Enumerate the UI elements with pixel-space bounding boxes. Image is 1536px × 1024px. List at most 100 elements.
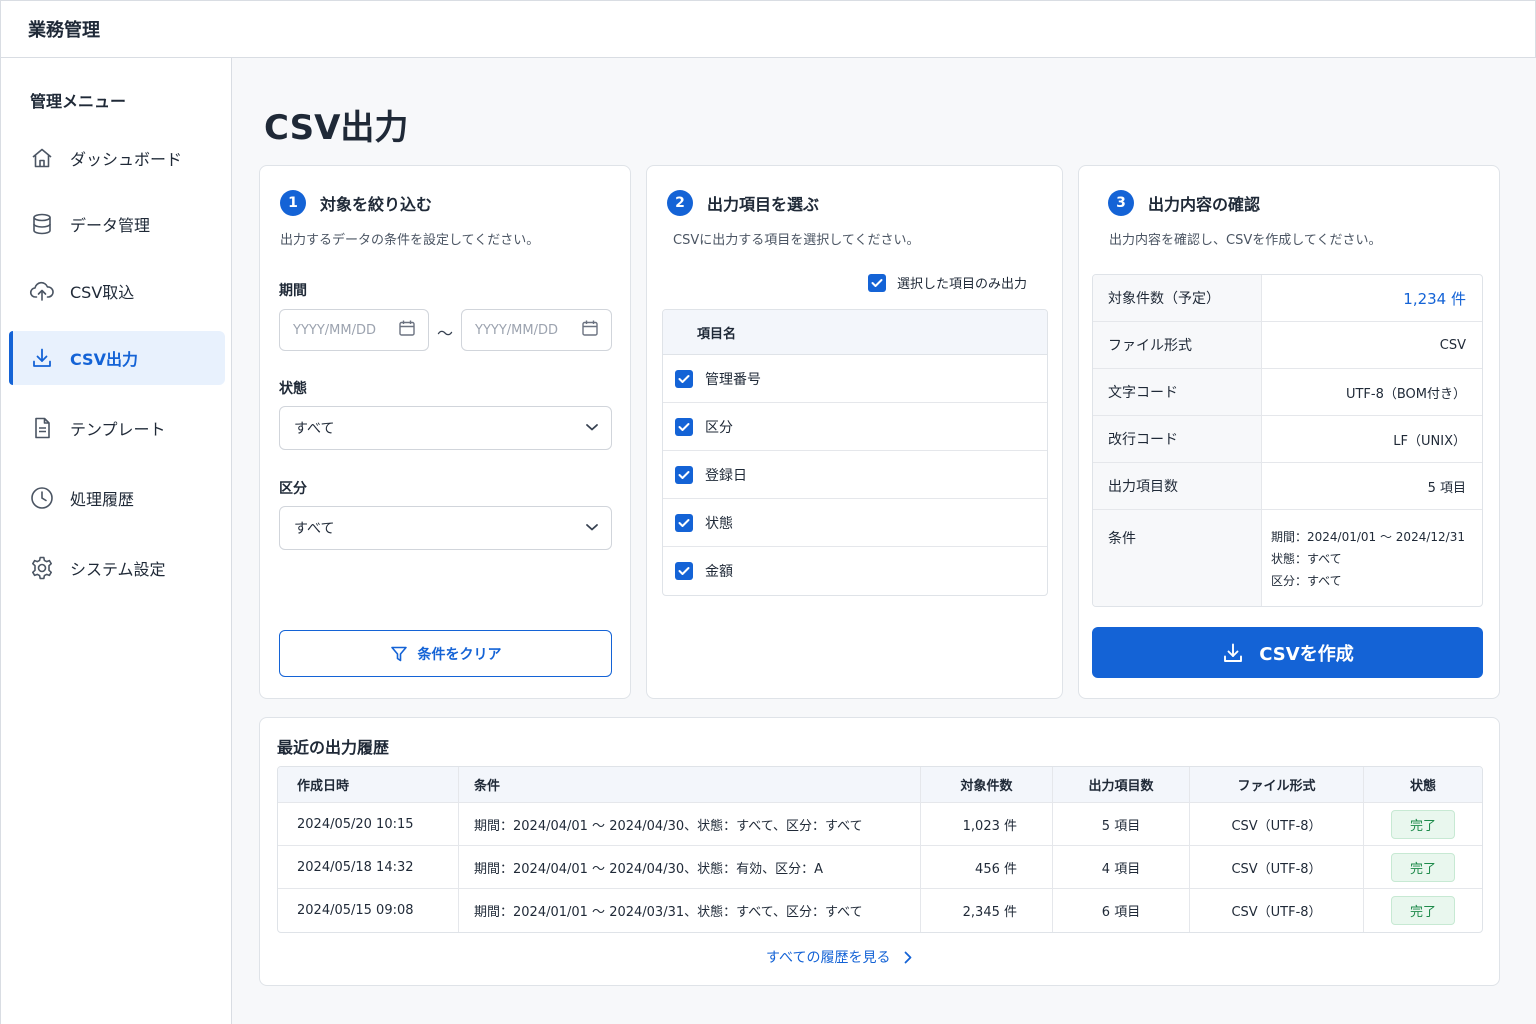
- status-label: 状態: [279, 381, 307, 397]
- cell-status: 完了: [1364, 889, 1482, 932]
- col-header: ファイル形式: [1190, 767, 1364, 802]
- summary-table: 対象件数（予定） 1,234 件 ファイル形式 CSV 文字コード UTF-8（…: [1092, 274, 1483, 607]
- summary-key: 出力項目数: [1093, 463, 1262, 509]
- summary-row-condition: 条件 期間：2024/01/01 〜 2024/12/31 状態：すべて 区分：…: [1093, 510, 1482, 606]
- sidebar-item-label: システム設定: [70, 560, 166, 579]
- field-checkbox[interactable]: [675, 513, 693, 532]
- field-label: 金額: [705, 564, 733, 580]
- page-title: CSV出力: [264, 108, 409, 148]
- cell-format: CSV（UTF-8）: [1190, 889, 1364, 932]
- calendar-icon[interactable]: [398, 319, 416, 341]
- view-all-history-link[interactable]: すべての履歴を見る: [766, 947, 912, 967]
- cell-created-at: 2024/05/18 14:32: [278, 846, 459, 888]
- sidebar-item-template[interactable]: テンプレート: [9, 401, 225, 455]
- step3-header: 3 出力内容の確認: [1108, 190, 1260, 216]
- field-row-status[interactable]: 状態: [663, 499, 1047, 547]
- sidebar-item-label: ダッシュボード: [70, 150, 183, 169]
- clear-conditions-label: 条件をクリア: [417, 646, 502, 663]
- field-row-amount[interactable]: 金額: [663, 547, 1047, 595]
- cell-status: 完了: [1364, 803, 1482, 845]
- table-row[interactable]: 2024/05/20 10:15 期間：2024/04/01 〜 2024/04…: [278, 803, 1482, 846]
- sidebar-item-data[interactable]: データ管理: [9, 197, 225, 251]
- status-select[interactable]: すべて: [279, 406, 612, 450]
- history-title: 最近の出力履歴: [277, 738, 390, 757]
- col-header: 出力項目数: [1053, 767, 1190, 802]
- step-number-badge: 3: [1108, 190, 1134, 216]
- date-to-placeholder: YYYY/MM/DD: [475, 322, 558, 338]
- sidebar-item-label: 処理履歴: [70, 490, 135, 509]
- table-row[interactable]: 2024/05/18 14:32 期間：2024/04/01 〜 2024/04…: [278, 846, 1482, 889]
- step-number-badge: 2: [667, 190, 693, 216]
- sidebar-item-label: CSV出力: [70, 350, 138, 369]
- summary-value: 5 項目: [1427, 480, 1466, 496]
- target-count-value: 1,234 件: [1403, 289, 1466, 308]
- calendar-icon[interactable]: [581, 319, 599, 341]
- cell-created-at: 2024/05/20 10:15: [278, 803, 459, 845]
- chevron-right-icon: [905, 951, 912, 963]
- download-icon: [1224, 643, 1243, 662]
- field-label: 区分: [705, 419, 733, 436]
- table-row[interactable]: 2024/05/15 09:08 期間：2024/01/01 〜 2024/03…: [278, 889, 1482, 932]
- home-icon: [29, 145, 55, 171]
- sidebar-item-label: データ管理: [70, 216, 151, 235]
- field-row-control-number[interactable]: 管理番号: [663, 355, 1047, 403]
- cloud-upload-icon: [29, 278, 55, 304]
- summary-row: 文字コード UTF-8（BOM付き）: [1093, 369, 1482, 416]
- step-description: 出力するデータの条件を設定してください。: [280, 233, 540, 248]
- date-to-input[interactable]: YYYY/MM/DD: [461, 309, 612, 351]
- col-header: 作成日時: [278, 767, 459, 802]
- range-tilde: 〜: [437, 324, 454, 343]
- cell-field-count: 6 項目: [1053, 889, 1190, 932]
- category-select[interactable]: すべて: [279, 506, 612, 550]
- sidebar-item-csv-import[interactable]: CSV取込: [9, 264, 225, 318]
- cell-format: CSV（UTF-8）: [1190, 846, 1364, 888]
- summary-key: ファイル形式: [1093, 322, 1262, 368]
- condition-line: 期間：2024/01/01 〜 2024/12/31: [1271, 530, 1465, 544]
- create-csv-button[interactable]: CSVを作成: [1092, 627, 1483, 678]
- sidebar-item-label: テンプレート: [70, 420, 166, 439]
- cell-count: 456 件: [921, 846, 1053, 888]
- field-row-registered-date[interactable]: 登録日: [663, 451, 1047, 499]
- only-selected-checkbox[interactable]: [868, 273, 886, 292]
- cell-field-count: 4 項目: [1053, 846, 1190, 888]
- status-badge: 完了: [1390, 809, 1455, 839]
- chevron-down-icon: [585, 520, 599, 536]
- field-checkbox[interactable]: [675, 562, 693, 580]
- cell-created-at: 2024/05/15 09:08: [278, 889, 459, 932]
- field-checkbox[interactable]: [675, 465, 693, 484]
- field-checkbox[interactable]: [675, 417, 693, 436]
- summary-key: 条件: [1093, 510, 1262, 606]
- app-title: 業務管理: [28, 20, 100, 41]
- chevron-down-icon: [585, 420, 599, 436]
- clear-conditions-button[interactable]: 条件をクリア: [279, 630, 612, 677]
- step-title: 出力内容の確認: [1148, 195, 1261, 214]
- step1-header: 1 対象を絞り込む: [280, 190, 432, 216]
- field-row-category[interactable]: 区分: [663, 403, 1047, 451]
- sidebar-item-dashboard[interactable]: ダッシュボード: [9, 131, 225, 185]
- summary-row: 対象件数（予定） 1,234 件: [1093, 275, 1482, 322]
- sidebar-item-settings[interactable]: システム設定: [9, 541, 225, 595]
- date-from-placeholder: YYYY/MM/DD: [293, 322, 376, 338]
- field-checkbox[interactable]: [675, 369, 693, 388]
- summary-value: LF（UNIX）: [1393, 433, 1466, 449]
- only-selected-toggle[interactable]: 選択した項目のみ出力: [868, 273, 1027, 292]
- category-label: 区分: [279, 481, 307, 497]
- cell-count: 1,023 件: [921, 803, 1053, 845]
- create-csv-label: CSVを作成: [1259, 643, 1354, 665]
- step-title: 出力項目を選ぶ: [707, 195, 820, 214]
- sidebar-item-history[interactable]: 処理履歴: [9, 471, 225, 525]
- database-icon: [29, 211, 55, 237]
- sidebar: 管理メニュー ダッシュボード データ管理 CSV取込 CSV出力 テンプレート: [0, 58, 232, 1024]
- cell-condition: 期間：2024/01/01 〜 2024/03/31、状態：すべて、区分：すべて: [459, 889, 921, 932]
- date-from-input[interactable]: YYYY/MM/DD: [279, 309, 429, 351]
- menu-heading: 管理メニュー: [30, 92, 127, 111]
- history-table-header: 作成日時 条件 対象件数 出力項目数 ファイル形式 状態: [278, 767, 1482, 803]
- only-selected-label: 選択した項目のみ出力: [897, 277, 1028, 292]
- status-badge: 完了: [1390, 896, 1455, 925]
- cell-field-count: 5 項目: [1053, 803, 1190, 845]
- summary-row: 出力項目数 5 項目: [1093, 463, 1482, 510]
- sidebar-item-csv-export[interactable]: CSV出力: [9, 331, 225, 385]
- field-list: 項目名 管理番号 区分 登録日 状態 金額: [662, 309, 1048, 596]
- step-description: 出力内容を確認し、CSVを作成してください。: [1109, 233, 1382, 248]
- history-card: 最近の出力履歴 作成日時 条件 対象件数 出力項目数 ファイル形式 状態 202…: [259, 717, 1500, 986]
